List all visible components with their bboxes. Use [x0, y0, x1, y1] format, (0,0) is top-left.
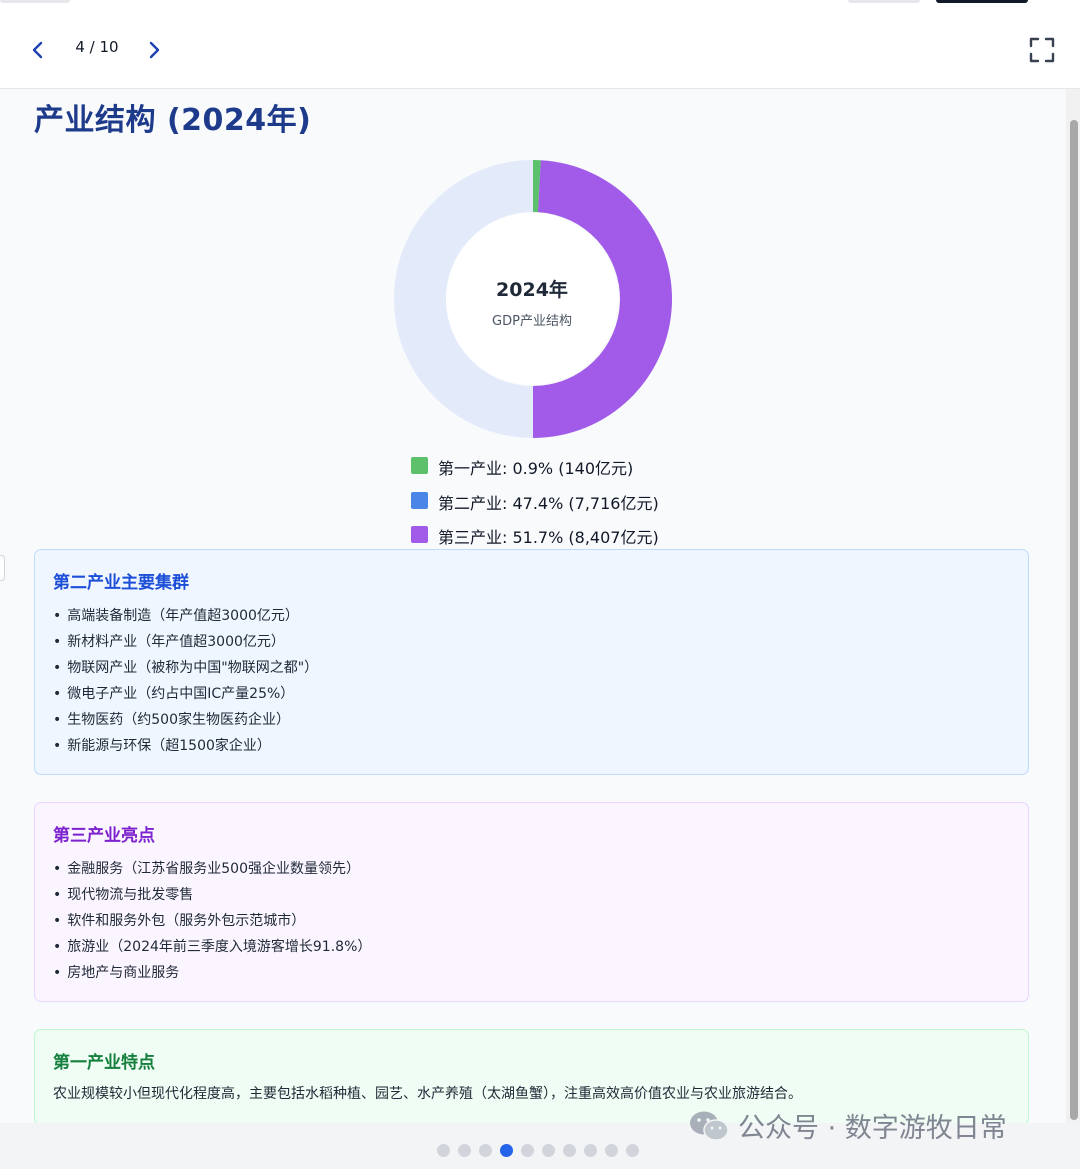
donut-year: 2024年 — [496, 279, 568, 301]
legend-swatch — [411, 457, 428, 474]
chevron-left-icon — [32, 41, 43, 59]
slide-dot-2[interactable] — [458, 1144, 471, 1157]
page-indicator: 4 / 10 — [75, 38, 119, 56]
fullscreen-button[interactable] — [1028, 36, 1058, 66]
scrollbar-thumb[interactable] — [1070, 120, 1078, 1120]
chart-legend: 第一产业: 0.9% (140亿元) 第二产业: 47.4% (7,716亿元)… — [411, 455, 659, 559]
card-text: 农业规模较小但现代化程度高，主要包括水稻种植、园艺、水产养殖（太湖鱼蟹），注重高… — [53, 1086, 802, 1102]
slide-content: 产业结构 (2024年) 2024年 GDP产业结构 第一产业: 0.9% (1… — [0, 89, 1066, 1123]
donut-subtitle: GDP产业结构 — [492, 314, 572, 329]
slide-title: 产业结构 (2024年) — [34, 103, 312, 138]
watermark-text: 公众号 · 数字游牧日常 — [738, 1113, 1007, 1144]
legend-item-primary: 第一产业: 0.9% (140亿元) — [411, 455, 659, 490]
top-edge-element — [936, 0, 1028, 3]
fullscreen-icon — [1029, 37, 1055, 63]
slide-dots — [437, 1144, 639, 1157]
list-item: 微电子产业（约占中国IC产量25%） — [53, 681, 1010, 707]
watermark: 公众号 · 数字游牧日常 — [688, 1106, 1007, 1145]
legend-label: 第三产业: 51.7% (8,407亿元) — [438, 528, 659, 547]
card-title: 第二产业主要集群 — [53, 573, 189, 593]
slide-dot-8[interactable] — [584, 1144, 597, 1157]
highlight-list: 金融服务（江苏省服务业500强企业数量领先） 现代物流与批发零售 软件和服务外包… — [53, 856, 1010, 986]
slide-dot-4[interactable] — [500, 1144, 513, 1157]
card-title: 第一产业特点 — [53, 1053, 155, 1073]
list-item: 旅游业（2024年前三季度入境游客增长91.8%） — [53, 934, 1010, 960]
list-item: 金融服务（江苏省服务业500强企业数量领先） — [53, 856, 1010, 882]
legend-label: 第二产业: 47.4% (7,716亿元) — [438, 493, 659, 513]
slide-dot-10[interactable] — [626, 1144, 639, 1157]
tertiary-industry-card: 第三产业亮点 金融服务（江苏省服务业500强企业数量领先） 现代物流与批发零售 … — [34, 802, 1029, 1002]
legend-label: 第一产业: 0.9% (140亿元) — [438, 459, 634, 478]
slide-dot-3[interactable] — [479, 1144, 492, 1157]
cluster-list: 高端装备制造（年产值超3000亿元） 新材料产业（年产值超3000亿元） 物联网… — [53, 603, 1010, 759]
list-item: 生物医药（约500家生物医药企业） — [53, 707, 1010, 733]
card-title: 第三产业亮点 — [53, 826, 155, 846]
list-item: 新能源与环保（超1500家企业） — [53, 733, 1010, 759]
slide-toolbar: 4 / 10 — [0, 0, 1080, 89]
slide-dot-7[interactable] — [563, 1144, 576, 1157]
legend-item-secondary: 第二产业: 47.4% (7,716亿元) — [411, 490, 659, 525]
next-slide-button[interactable] — [140, 34, 168, 66]
wechat-icon — [690, 1111, 729, 1141]
slide-dot-1[interactable] — [437, 1144, 450, 1157]
slide-dot-5[interactable] — [521, 1144, 534, 1157]
top-edge-element — [0, 0, 70, 3]
side-handle[interactable] — [0, 555, 5, 581]
legend-swatch — [411, 491, 428, 509]
secondary-industry-card: 第二产业主要集群 高端装备制造（年产值超3000亿元） 新材料产业（年产值超30… — [34, 549, 1029, 775]
slide-dot-6[interactable] — [542, 1144, 555, 1157]
list-item: 现代物流与批发零售 — [53, 882, 1010, 908]
chevron-right-icon — [149, 41, 160, 59]
prev-slide-button[interactable] — [24, 34, 52, 66]
list-item: 高端装备制造（年产值超3000亿元） — [53, 603, 1010, 629]
list-item: 新材料产业（年产值超3000亿元） — [53, 629, 1010, 655]
donut-center-label: 2024年 GDP产业结构 — [446, 213, 618, 385]
list-item: 软件和服务外包（服务外包示范城市） — [53, 908, 1010, 934]
slide-dot-9[interactable] — [605, 1144, 618, 1157]
top-edge-element — [848, 0, 920, 3]
list-item: 物联网产业（被称为中国"物联网之都"） — [53, 655, 1010, 681]
legend-swatch — [411, 526, 428, 543]
list-item: 房地产与商业服务 — [53, 960, 1010, 986]
